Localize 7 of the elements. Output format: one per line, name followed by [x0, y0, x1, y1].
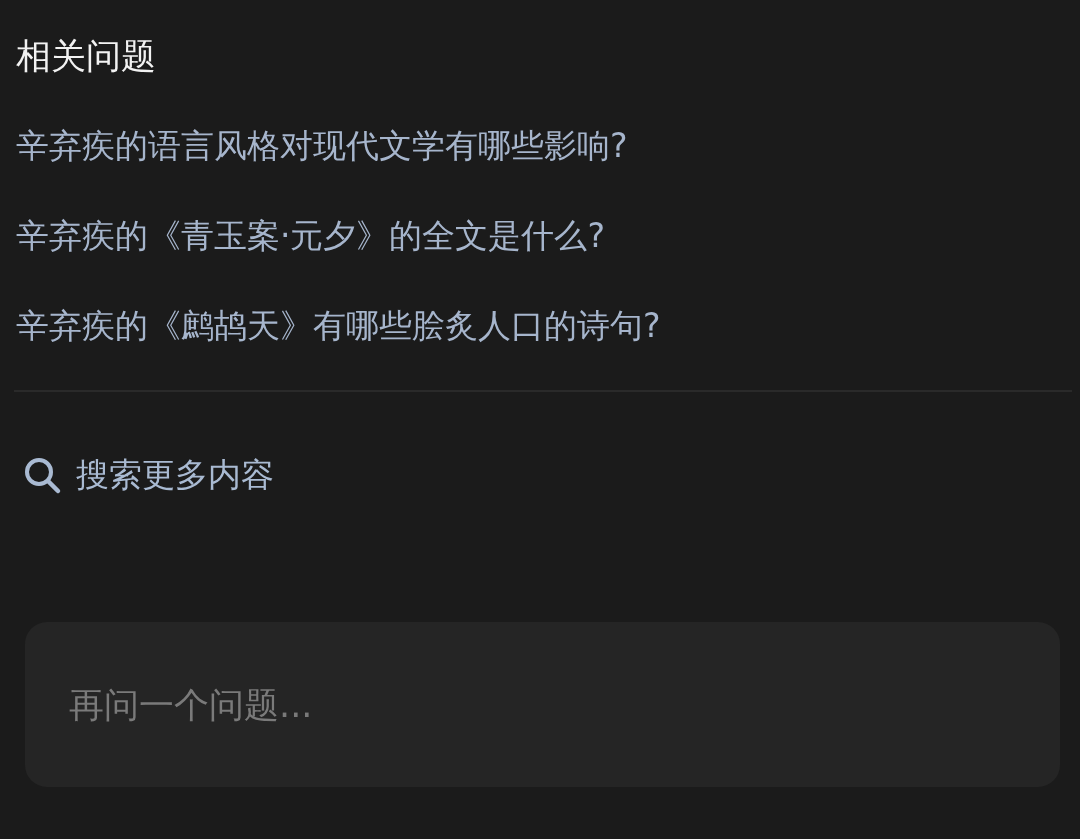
- section-title: 相关问题: [16, 35, 157, 78]
- related-question-link[interactable]: 辛弃疾的《青玉案·元夕》的全文是什么?: [16, 210, 605, 262]
- search-icon: [22, 455, 62, 495]
- related-question-link[interactable]: 辛弃疾的《鹧鸪天》有哪些脍炙人口的诗句?: [16, 300, 661, 352]
- related-question-link[interactable]: 辛弃疾的语言风格对现代文学有哪些影响?: [16, 120, 628, 172]
- search-more-button[interactable]: 搜索更多内容: [22, 450, 274, 500]
- question-input-field[interactable]: 再问一个问题...: [25, 622, 1060, 787]
